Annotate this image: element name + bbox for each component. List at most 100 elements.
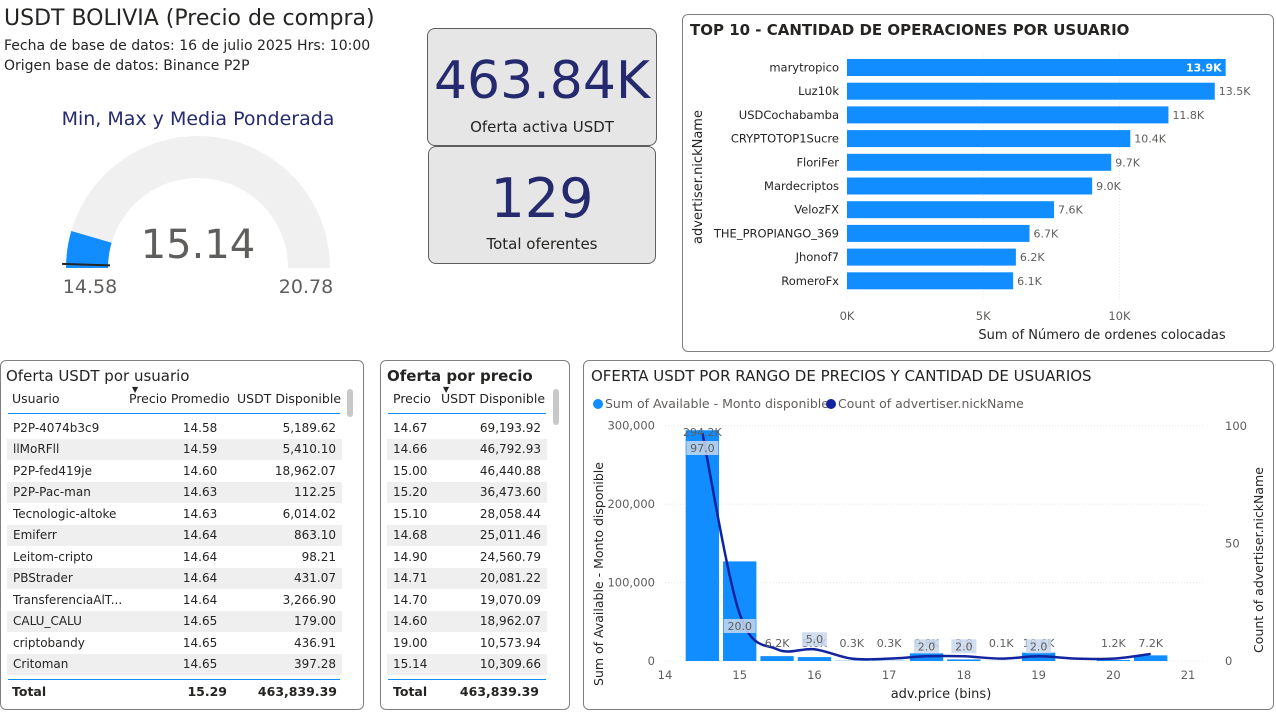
top10-bar[interactable]	[847, 224, 1030, 242]
top10-category-label: VelozFX	[794, 203, 839, 217]
table-cell: 24,560.79	[479, 549, 541, 564]
gauge-min: 14.58	[62, 276, 118, 298]
table-row[interactable]: 14.90 24,560.79	[387, 546, 547, 568]
tabla-precio-panel: Oferta por precio Precio ▼ USDT Disponib…	[380, 360, 570, 710]
table-cell: 14.90	[393, 549, 428, 564]
top10-bar-chart[interactable]: advertiser.nickName Sum of Número de ord…	[682, 14, 1272, 350]
table-cell: 179.00	[223, 610, 342, 632]
tabla-usuario-panel: Oferta USDT por usuario Usuario Precio P…	[0, 360, 364, 710]
table-cell: 46,792.93	[438, 438, 547, 460]
top10-category-label: FloriFer	[796, 155, 839, 169]
top10-bar[interactable]	[847, 153, 1112, 171]
top10-bar[interactable]	[847, 177, 1093, 195]
table-row[interactable]: 15.00 46,440.88	[387, 460, 547, 482]
table-cell: P2P-4074b3c9	[13, 420, 100, 435]
rango-bar-label: 0.1K	[989, 637, 1014, 650]
rango-line-label: 5.0	[806, 633, 824, 646]
kpi-card-oferta[interactable]: 463.84K Oferta activa USDT	[427, 28, 657, 146]
top10-bar[interactable]	[847, 106, 1169, 124]
scrollbar[interactable]	[553, 389, 559, 425]
kpi-card-oferentes[interactable]: 129 Total oferentes	[428, 146, 656, 264]
table-cell: 18,962.07	[274, 463, 336, 478]
rango-ytick-left: 200,000	[607, 497, 655, 511]
table-row[interactable]: P2P-4074b3c9 14.58 5,189.62	[7, 417, 342, 439]
scrollbar[interactable]	[347, 389, 353, 417]
rango-count-line[interactable]	[701, 432, 1151, 661]
col-header-precio-promedio[interactable]: Precio Promedio	[129, 391, 230, 406]
table-cell: Leitom-cripto	[13, 549, 93, 564]
legend-bar-label: Sum of Available - Monto disponible	[605, 396, 829, 411]
rango-bar[interactable]	[685, 430, 720, 661]
top10-bar[interactable]	[847, 248, 1016, 266]
top10-bar[interactable]	[847, 82, 1215, 100]
top10-xtick: 0K	[840, 309, 855, 323]
rango-bar-label: 294.2K	[683, 426, 722, 439]
legend-line-marker	[826, 399, 836, 409]
tabla-precio-body[interactable]: 14.67 69,193.92 14.66 46,792.93 15.00 46,440.…	[387, 417, 547, 679]
table-row[interactable]: 14.71 20,081.22	[387, 567, 547, 589]
rango-combo-chart[interactable]: Sum of Available - Monto disponible Coun…	[583, 360, 1272, 708]
table-row[interactable]: P2P-fed419je 14.60 18,962.07	[7, 460, 342, 482]
table-row[interactable]: CALU_CALU 14.65 179.00	[7, 610, 342, 632]
table-row[interactable]: TransferenciaAlT... 14.64 3,266.90	[7, 589, 342, 611]
top10-data-label: 11.8K	[1172, 109, 1204, 122]
top10-xtick: 5K	[976, 309, 991, 323]
table-row[interactable]: 15.20 36,473.60	[387, 481, 547, 503]
table-cell: 14.66	[387, 438, 439, 460]
table-cell: 14.65	[182, 635, 218, 650]
table-cell: 14.65	[136, 610, 224, 632]
table-row[interactable]: 14.66 46,792.93	[387, 438, 547, 460]
legend-bar-marker	[593, 399, 603, 409]
table-row[interactable]: 14.60 18,962.07	[387, 610, 547, 632]
table-row[interactable]: 14.70 19,070.09	[387, 589, 547, 611]
kpi-oferentes-label: Total oferentes	[486, 235, 598, 253]
table-row[interactable]: llMoRFll 14.59 5,410.10	[7, 438, 342, 460]
origen-base-datos: Origen base de datos: Binance P2P	[4, 58, 250, 74]
col-header-usdt-disponible[interactable]: USDT Disponible	[441, 391, 545, 406]
table-cell: 15.00	[393, 463, 428, 478]
total-precio: 15.29	[187, 684, 227, 699]
table-row[interactable]: 15.14 10,309.66	[387, 653, 547, 675]
table-row[interactable]: Emiferr 14.64 863.10	[7, 524, 342, 546]
rango-ytick-left: 300,000	[607, 419, 655, 433]
top10-bar[interactable]	[847, 201, 1055, 219]
table-cell: 112.25	[223, 481, 342, 503]
table-row[interactable]: Critoman 14.65 397.28	[7, 653, 342, 675]
top10-category-label: Jhonof7	[795, 250, 839, 264]
table-cell: Emiferr	[7, 524, 137, 546]
table-row[interactable]: criptobandy 14.65 436.91	[7, 632, 342, 654]
top10-data-label: 9.0K	[1096, 180, 1121, 193]
kpi-oferentes-value: 129	[490, 167, 594, 230]
col-header-precio[interactable]: Precio	[393, 391, 431, 406]
top10-bar[interactable]	[847, 130, 1131, 148]
table-row[interactable]: Leitom-cripto 14.64 98.21	[7, 546, 342, 568]
fecha-base-datos: Fecha de base de datos: 16 de julio 2025…	[4, 38, 371, 54]
table-cell: 15.10	[393, 506, 428, 521]
top10-data-label: 6.7K	[1034, 227, 1059, 240]
rango-bar[interactable]	[797, 657, 832, 661]
table-cell: 5,189.62	[282, 420, 336, 435]
col-header-usdt-disponible[interactable]: USDT Disponible	[237, 391, 341, 406]
table-cell: Critoman	[7, 653, 137, 675]
table-cell: Tecnologic-altoke	[13, 506, 117, 521]
table-row[interactable]: 15.10 28,058.44	[387, 503, 547, 525]
table-cell: 397.28	[223, 653, 342, 675]
table-row[interactable]: 19.00 10,573.94	[387, 632, 547, 654]
tabla-usuario-body[interactable]: P2P-4074b3c9 14.58 5,189.62 llMoRFll 14.59 5,…	[7, 417, 342, 679]
kpi-oferta-label: Oferta activa USDT	[470, 118, 614, 136]
table-row[interactable]: 14.67 69,193.92	[387, 417, 547, 439]
table-row[interactable]: PBStrader 14.64 431.07	[7, 567, 342, 589]
rango-bar[interactable]	[947, 659, 981, 661]
top10-xtick: 10K	[1108, 309, 1131, 323]
top10-bar[interactable]	[847, 59, 1226, 76]
rango-line-label: 20.0	[727, 620, 752, 633]
table-row[interactable]: P2P-Pac-man 14.63 112.25	[7, 481, 342, 503]
table-row[interactable]: Tecnologic-altoke 14.63 6,014.02	[7, 503, 342, 525]
top10-bar[interactable]	[847, 272, 1014, 290]
top10-data-label: 13.5K	[1219, 85, 1251, 98]
table-row[interactable]: 14.68 25,011.46	[387, 524, 547, 546]
col-header-usuario[interactable]: Usuario	[12, 391, 60, 406]
table-cell: PBStrader	[7, 567, 137, 589]
rango-bar[interactable]	[760, 656, 794, 661]
tabla-usuario-title: Oferta USDT por usuario	[6, 367, 190, 385]
